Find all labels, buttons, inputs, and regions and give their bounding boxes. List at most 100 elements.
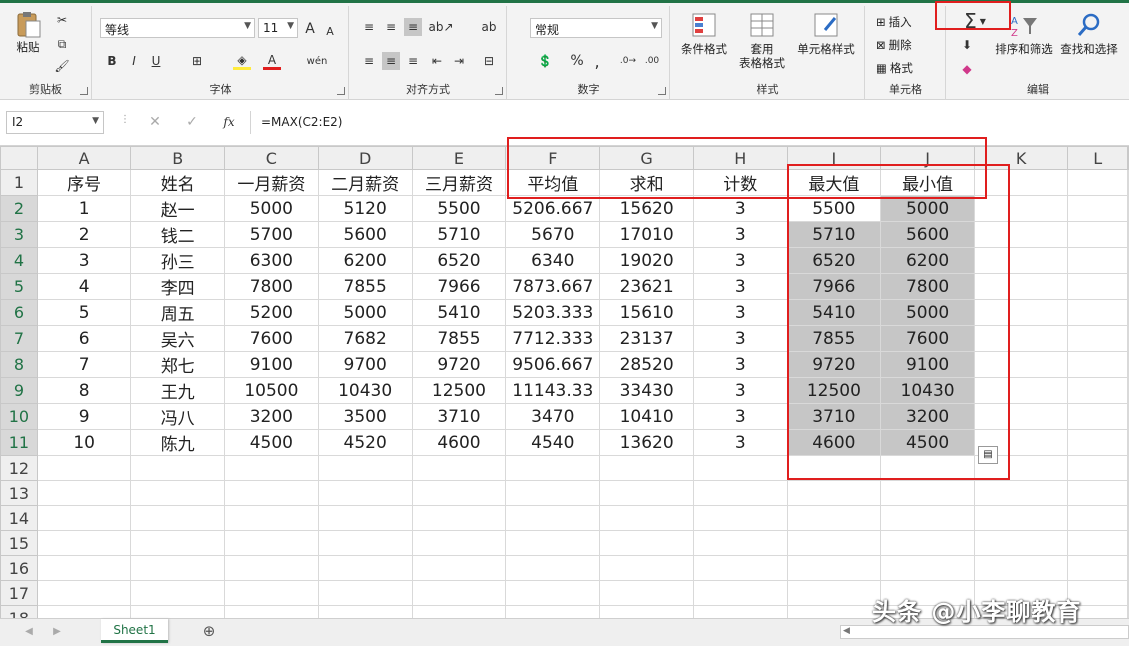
cell-j16[interactable]: [880, 555, 975, 581]
grow-font-button[interactable]: A: [301, 20, 319, 38]
cell-c14[interactable]: [223, 505, 319, 531]
cell-l4[interactable]: [1067, 247, 1128, 274]
row-header-3[interactable]: 3: [0, 221, 38, 248]
cell-f3[interactable]: 5670: [505, 221, 601, 248]
cell-e17[interactable]: [411, 580, 507, 606]
column-header-g[interactable]: G: [599, 146, 694, 170]
row-header-4[interactable]: 4: [0, 247, 38, 274]
add-sheet-button[interactable]: ⊕: [200, 622, 218, 640]
cell-c12[interactable]: [223, 455, 319, 481]
cell-d2[interactable]: 5120: [317, 195, 413, 222]
cell-k4[interactable]: [973, 247, 1069, 274]
wrap-text-icon[interactable]: ab: [480, 18, 498, 36]
increase-indent-icon[interactable]: ⇥: [450, 52, 468, 70]
format-button[interactable]: ▦ 格式: [876, 60, 913, 76]
underline-button[interactable]: U: [147, 52, 165, 70]
cell-h16[interactable]: [692, 555, 788, 581]
cell-a9[interactable]: 8: [36, 377, 132, 404]
cell-f14[interactable]: [505, 505, 601, 531]
cell-b2[interactable]: 赵一: [130, 195, 225, 222]
borders-icon[interactable]: ⊞: [188, 52, 206, 70]
cell-g3[interactable]: 17010: [599, 221, 694, 248]
cell-i13[interactable]: [786, 480, 882, 506]
cell-e9[interactable]: 12500: [411, 377, 507, 404]
cell-f9[interactable]: 11143.33: [505, 377, 601, 404]
cell-f4[interactable]: 6340: [505, 247, 601, 274]
column-header-j[interactable]: J: [880, 146, 975, 170]
align-center-icon[interactable]: ≡: [382, 52, 400, 70]
cell-k15[interactable]: [973, 530, 1069, 556]
row-header-17[interactable]: 17: [0, 580, 38, 606]
number-launcher-icon[interactable]: [658, 87, 666, 95]
column-header-k[interactable]: K: [973, 146, 1069, 170]
cell-h3[interactable]: 3: [692, 221, 788, 248]
cell-k3[interactable]: [973, 221, 1069, 248]
cell-h1[interactable]: 计数: [692, 169, 788, 196]
cell-d7[interactable]: 7682: [317, 325, 413, 352]
cell-f5[interactable]: 7873.667: [505, 273, 601, 300]
column-header-a[interactable]: A: [36, 146, 132, 170]
cell-b6[interactable]: 周五: [130, 299, 225, 326]
cell-f2[interactable]: 5206.667: [505, 195, 601, 222]
cell-e10[interactable]: 3710: [411, 403, 507, 430]
cell-k13[interactable]: [973, 480, 1069, 506]
cell-b18[interactable]: [130, 605, 225, 618]
cut-icon[interactable]: ✂: [54, 12, 70, 28]
paste-button[interactable]: 粘贴: [8, 10, 48, 54]
cell-a4[interactable]: 3: [36, 247, 132, 274]
cell-k2[interactable]: [973, 195, 1069, 222]
cell-k14[interactable]: [973, 505, 1069, 531]
cell-d6[interactable]: 5000: [317, 299, 413, 326]
align-left-icon[interactable]: ≡: [360, 52, 378, 70]
cell-l9[interactable]: [1067, 377, 1128, 404]
row-header-10[interactable]: 10: [0, 403, 38, 430]
cell-g7[interactable]: 23137: [599, 325, 694, 352]
insert-function-icon[interactable]: fx: [220, 113, 238, 131]
formula-input[interactable]: =MAX(C2:E2): [250, 111, 1129, 134]
cell-d18[interactable]: [317, 605, 413, 618]
cell-c13[interactable]: [223, 480, 319, 506]
cell-d11[interactable]: 4520: [317, 429, 413, 456]
cell-b4[interactable]: 孙三: [130, 247, 225, 274]
font-size-select[interactable]: 11 ▼: [258, 18, 298, 38]
cell-e12[interactable]: [411, 455, 507, 481]
cell-e16[interactable]: [411, 555, 507, 581]
decrease-indent-icon[interactable]: ⇤: [428, 52, 446, 70]
quick-analysis-icon[interactable]: ▤: [978, 446, 998, 464]
column-header-i[interactable]: I: [786, 146, 882, 170]
cell-f11[interactable]: 4540: [505, 429, 601, 456]
cell-e6[interactable]: 5410: [411, 299, 507, 326]
cell-c1[interactable]: 一月薪资: [223, 169, 319, 196]
cell-f13[interactable]: [505, 480, 601, 506]
column-header-d[interactable]: D: [317, 146, 413, 170]
cell-h9[interactable]: 3: [692, 377, 788, 404]
delete-button[interactable]: ⊠ 删除: [876, 37, 912, 53]
cell-l10[interactable]: [1067, 403, 1128, 430]
cell-j4[interactable]: 6200: [880, 247, 975, 274]
cell-l13[interactable]: [1067, 480, 1128, 506]
column-header-h[interactable]: H: [692, 146, 788, 170]
cell-i15[interactable]: [786, 530, 882, 556]
cell-k5[interactable]: [973, 273, 1069, 300]
cell-l16[interactable]: [1067, 555, 1128, 581]
cell-i18[interactable]: [786, 605, 882, 618]
cell-g15[interactable]: [599, 530, 694, 556]
cell-i4[interactable]: 6520: [786, 247, 882, 274]
currency-icon[interactable]: 💲: [536, 52, 554, 70]
cell-l1[interactable]: [1067, 169, 1128, 196]
cell-l7[interactable]: [1067, 325, 1128, 352]
cell-e2[interactable]: 5500: [411, 195, 507, 222]
spreadsheet-grid[interactable]: A B C D E F G H I J K L 1 序号 姓名 一月薪资 二月薪资 三月薪资 平均值 求和 计数 最大值最…: [0, 146, 1129, 618]
cell-k10[interactable]: [973, 403, 1069, 430]
cell-a6[interactable]: 5: [36, 299, 132, 326]
cell-d8[interactable]: 9700: [317, 351, 413, 378]
cell-i6[interactable]: 5410: [786, 299, 882, 326]
enter-icon[interactable]: ✓: [183, 113, 201, 131]
cell-c8[interactable]: 9100: [223, 351, 319, 378]
column-header-c[interactable]: C: [223, 146, 319, 170]
cell-b9[interactable]: 王九: [130, 377, 225, 404]
cell-l5[interactable]: [1067, 273, 1128, 300]
cell-c7[interactable]: 7600: [223, 325, 319, 352]
italic-button[interactable]: I: [125, 52, 143, 70]
cell-h2[interactable]: 3: [692, 195, 788, 222]
